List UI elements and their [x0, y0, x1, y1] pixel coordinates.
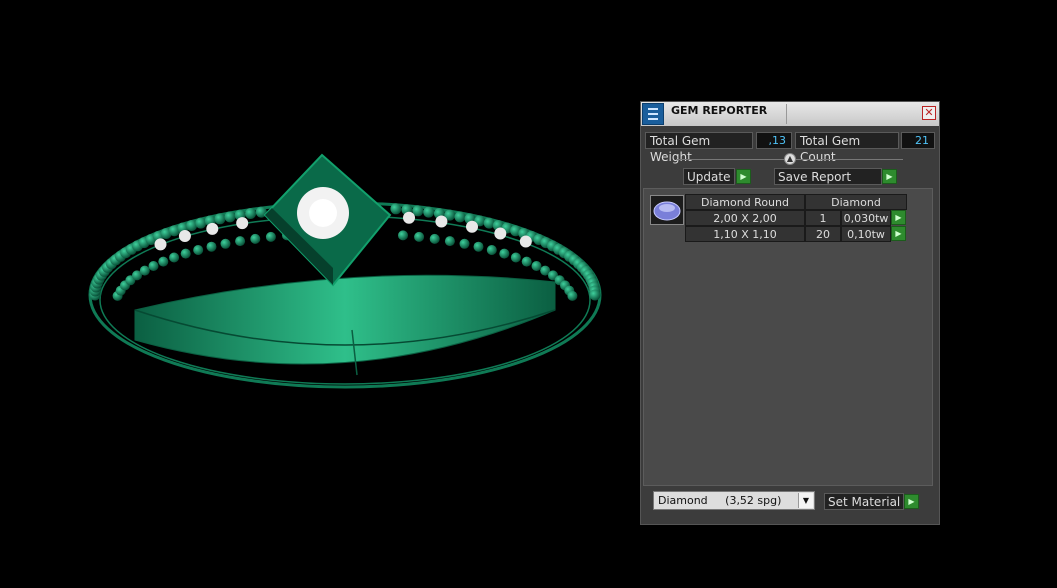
table-row-weight: 0,030tw — [841, 210, 891, 226]
title-divider — [786, 104, 787, 124]
total-gem-weight-label: Total Gem Weight — [645, 132, 753, 164]
stone — [519, 235, 532, 248]
gem-reporter-panel: GEM REPORTER ✕ Total Gem Weight ,13 Tota… — [640, 101, 940, 525]
update-play-icon[interactable]: ▶ — [736, 169, 751, 184]
stone — [178, 230, 191, 242]
stone — [154, 238, 167, 251]
bead — [214, 213, 226, 225]
gem-reporter-icon — [642, 103, 664, 125]
bead — [414, 231, 425, 242]
stone — [494, 227, 507, 240]
bead — [195, 217, 207, 229]
stone — [466, 220, 478, 233]
set-material-play-icon[interactable]: ▶ — [904, 494, 919, 509]
table-row-weight: 0,10tw — [841, 226, 891, 242]
bead — [589, 289, 601, 301]
table-row-size: 2,00 X 2,00 — [685, 210, 805, 226]
splitter-handle[interactable]: ▲ — [784, 153, 796, 165]
bead — [521, 256, 532, 267]
bead — [148, 261, 159, 271]
save-report-button[interactable]: Save Report — [774, 168, 882, 185]
bead — [220, 238, 231, 249]
bead — [193, 245, 204, 255]
bead — [224, 211, 236, 223]
set-material-button[interactable]: Set Material — [824, 493, 904, 510]
close-icon[interactable]: ✕ — [922, 106, 936, 120]
bead — [235, 236, 246, 247]
bead — [486, 245, 497, 255]
bead — [245, 208, 257, 219]
bead — [265, 231, 276, 242]
ring-model — [88, 153, 602, 389]
table-row-count: 1 — [805, 210, 841, 226]
stone — [403, 211, 415, 224]
bead — [390, 203, 402, 215]
bead — [180, 248, 191, 259]
update-button[interactable]: Update — [683, 168, 735, 185]
panel-title: GEM REPORTER — [671, 104, 768, 117]
total-gem-count-value: 21 — [901, 132, 935, 149]
material-select[interactable]: Diamond (3,52 spg) ▼ — [653, 491, 815, 510]
bead — [398, 230, 408, 241]
bead — [423, 206, 435, 218]
bead — [250, 233, 261, 244]
save-report-play-icon[interactable]: ▶ — [882, 169, 897, 184]
chevron-down-icon[interactable]: ▼ — [798, 493, 813, 508]
bead — [454, 211, 466, 223]
stone — [206, 222, 219, 235]
title-bar[interactable]: GEM REPORTER ✕ — [641, 102, 939, 126]
stone — [435, 215, 448, 228]
row-play-icon[interactable]: ▶ — [891, 226, 906, 241]
bead — [473, 241, 484, 252]
bead — [139, 265, 150, 276]
bead — [169, 252, 180, 263]
bead — [531, 261, 542, 271]
bead — [567, 290, 578, 301]
stone — [236, 217, 249, 230]
bead — [206, 241, 217, 252]
bead — [510, 252, 521, 263]
bead — [444, 236, 455, 247]
table-header-material: Diamond — [805, 194, 907, 210]
bead — [429, 233, 440, 244]
table-row-count: 20 — [805, 226, 841, 242]
table-row-size: 1,10 X 1,10 — [685, 226, 805, 242]
bead — [499, 248, 510, 259]
total-gem-count-label: Total Gem Count — [795, 132, 899, 164]
bead — [158, 256, 169, 267]
table-header-shape: Diamond Round — [685, 194, 805, 210]
material-select-value: Diamond (3,52 spg) — [658, 494, 782, 507]
row-play-icon[interactable]: ▶ — [891, 210, 906, 225]
3d-viewport[interactable] — [0, 0, 630, 584]
bead — [459, 238, 470, 249]
total-gem-weight-value: ,13 — [756, 132, 792, 149]
round-gem-icon — [650, 195, 684, 225]
